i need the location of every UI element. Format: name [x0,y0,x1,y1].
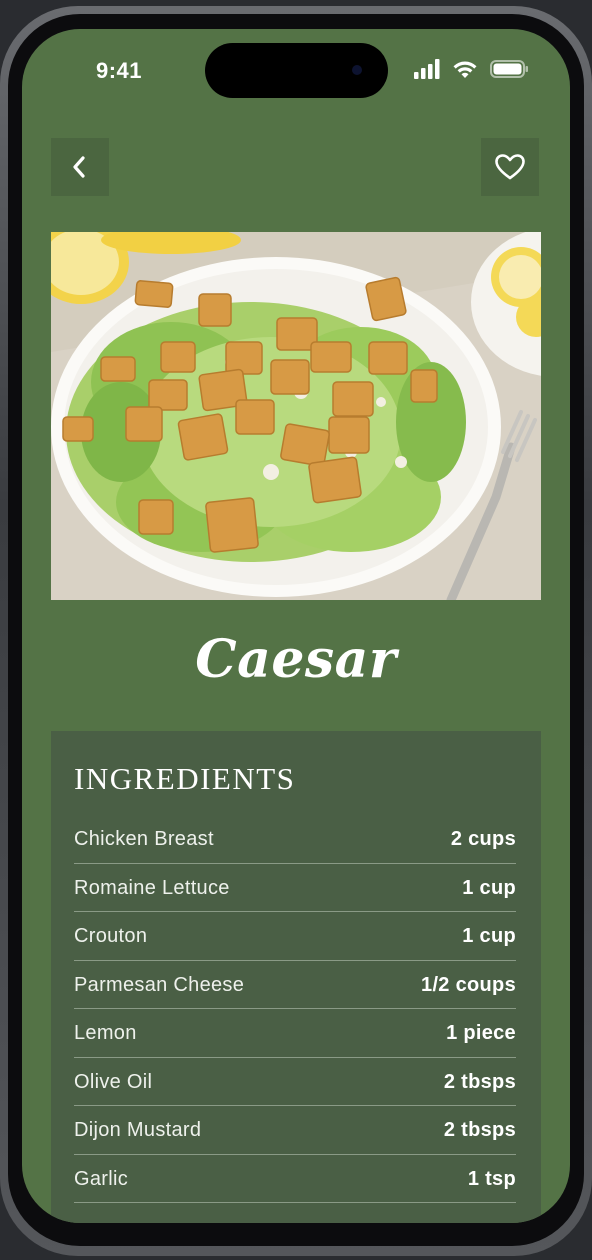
ingredient-quantity: 2 tbsps [443,1119,516,1142]
ingredient-row: Crouton 1 cup [74,912,516,961]
chevron-left-icon [73,156,85,178]
dynamic-island [205,43,388,98]
ingredient-row: Chicken Breast 2 cups [74,815,516,864]
ingredient-row: Parmesan Cheese 1/2 coups [74,961,516,1009]
status-time: 9:41 [96,58,143,83]
ingredient-row: Dijon Mustard 2 tbsps [74,1106,516,1155]
battery-icon [490,60,528,78]
caesar-salad-illustration [51,232,541,600]
ingredients-card: INGREDIENTS Chicken Breast 2 cups Romain… [51,731,541,1223]
ingredient-quantity: 2 cups [450,828,516,851]
recipe-title: Caesar [195,629,397,690]
ingredient-name: Olive Oil [74,1070,153,1093]
ingredient-quantity: 1 cup [462,876,516,899]
ingredient-list: Chicken Breast 2 cups Romaine Lettuce 1 … [74,815,516,1203]
ingredient-quantity: 2 tbsps [443,1070,516,1093]
back-button[interactable] [51,138,109,196]
ingredient-name: Lemon [74,1022,137,1045]
ingredient-row: Romaine Lettuce 1 cup [74,864,516,912]
favorite-button[interactable] [481,138,539,196]
ingredient-quantity: 1 piece [446,1022,516,1045]
ingredient-row: Garlic 1 tsp [74,1155,516,1203]
ingredient-name: Dijon Mustard [74,1119,202,1142]
front-camera [352,65,362,75]
ingredient-name: Chicken Breast [74,828,214,851]
ingredient-quantity: 1/2 coups [421,973,516,996]
cellular-signal-icon [414,59,440,79]
ingredient-quantity: 1 cup [462,925,516,948]
app-screen: 9:41 Caesar INGREDIENTS Chicken Breast 2… [22,29,570,1223]
ingredient-quantity: 1 tsp [467,1167,516,1190]
ingredient-name: Garlic [74,1167,129,1190]
ingredient-name: Romaine Lettuce [74,876,230,899]
wifi-icon [453,61,477,78]
recipe-photo [51,232,541,600]
ingredient-name: Crouton [74,925,148,948]
ingredients-heading: INGREDIENTS [74,761,296,796]
ingredient-row: Olive Oil 2 tbsps [74,1058,516,1106]
ingredient-name: Parmesan Cheese [74,973,245,996]
ingredient-row: Lemon 1 piece [74,1009,516,1058]
heart-icon [495,154,525,180]
